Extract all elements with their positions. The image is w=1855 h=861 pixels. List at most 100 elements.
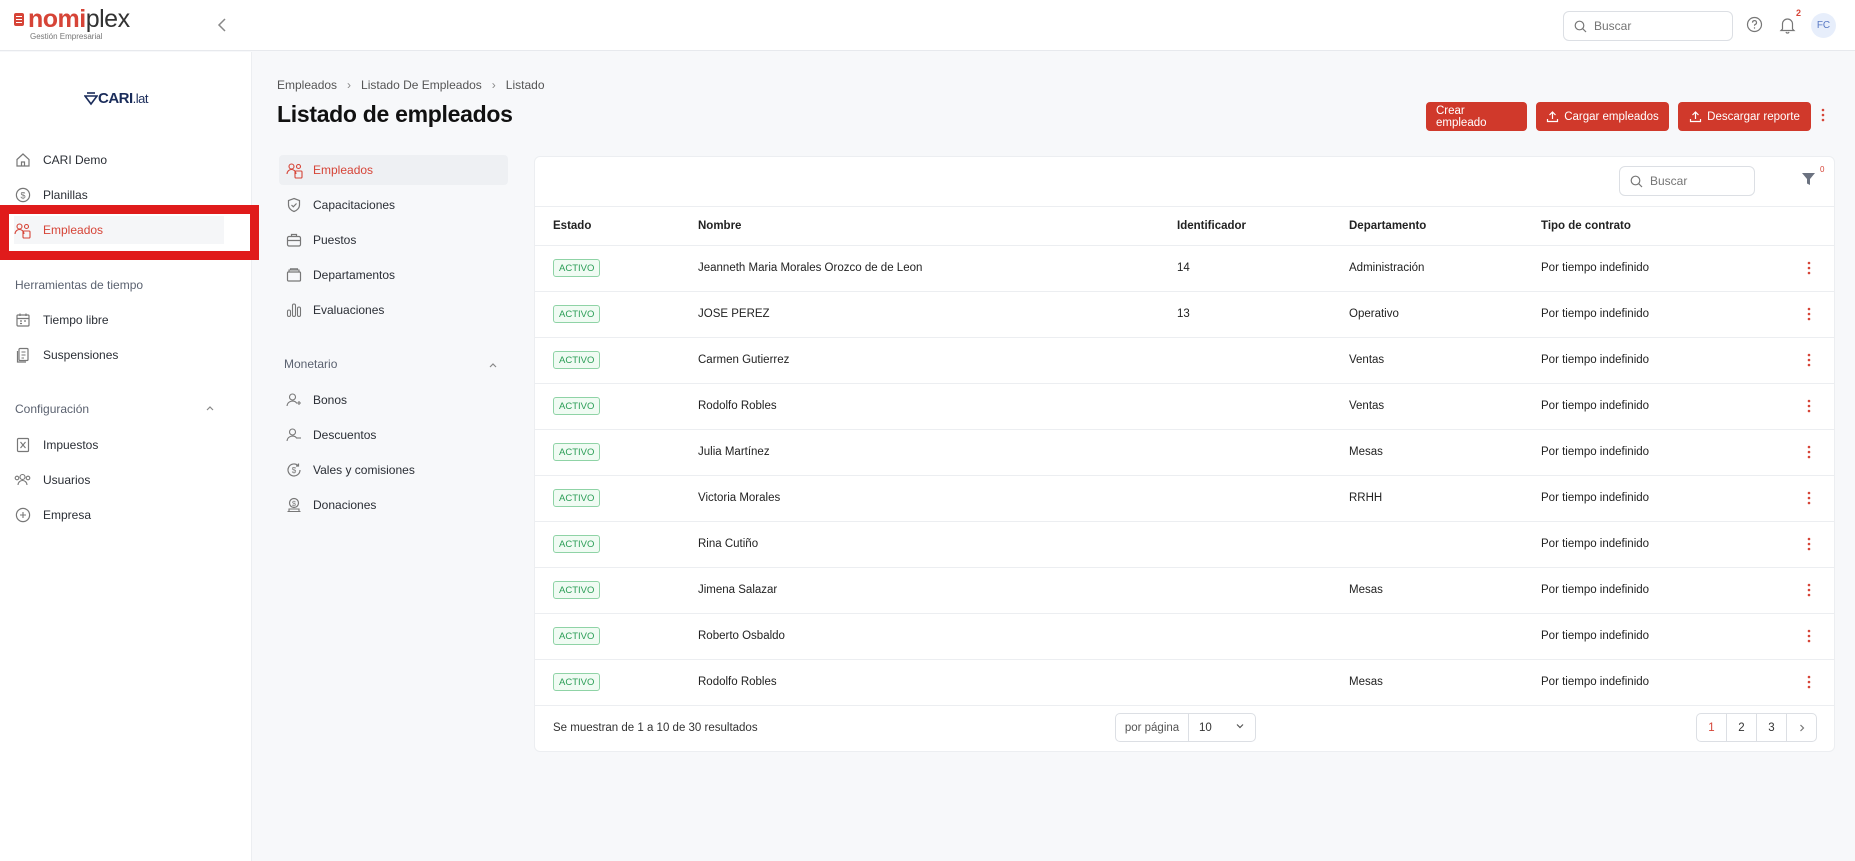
table-search-input[interactable] <box>1650 174 1750 188</box>
table-row[interactable]: ACTIVO Carmen Gutierrez Ventas Por tiempo i… <box>535 338 1834 384</box>
chevron-right-icon: › <box>491 78 496 92</box>
sidebar-item-empleados[interactable]: Empleados <box>14 216 224 244</box>
row-options-icon[interactable] <box>1807 306 1811 325</box>
chevron-up-icon[interactable] <box>488 359 498 373</box>
subnav-item-empleados[interactable]: Empleados <box>279 155 508 185</box>
sidebar-item-tiempo-libre[interactable]: Tiempo libre <box>14 306 224 334</box>
sidebar-item-planillas[interactable]: $ Planillas <box>14 181 224 209</box>
app-logo[interactable]: nomi plex Gestión Empresarial <box>14 7 130 41</box>
logo-text-part2: plex <box>85 5 130 33</box>
cell-tipo-de-contrato: Por tiempo indefinido <box>1541 676 1650 688</box>
sidebar-item-label: Impuestos <box>43 438 99 452</box>
cell-nombre: Rodolfo Robles <box>698 676 777 688</box>
column-header-tipo-de-contrato[interactable]: Tipo de contrato <box>1541 220 1631 232</box>
cell-tipo-de-contrato: Por tiempo indefinido <box>1541 446 1650 458</box>
row-options-icon[interactable] <box>1807 582 1811 601</box>
employees-table-card: 0 Estado Nombre Identificador Departamen… <box>534 156 1835 752</box>
subnav-item-bonos[interactable]: Bonos <box>279 385 508 415</box>
upload-icon <box>1547 111 1559 123</box>
subnav-item-puestos[interactable]: Puestos <box>279 225 508 255</box>
table-row[interactable]: ACTIVO Roberto Osbaldo Por tiempo indefini… <box>535 614 1834 660</box>
status-badge: ACTIVO <box>553 443 601 461</box>
page-button-3[interactable]: 3 <box>1756 713 1787 742</box>
filter-count-badge: 0 <box>1820 165 1825 174</box>
cell-nombre: Jimena Salazar <box>698 584 778 596</box>
page-button-1[interactable]: 1 <box>1696 713 1727 742</box>
filter-icon[interactable] <box>1801 172 1816 189</box>
sidebar-item-usuarios[interactable]: Usuarios <box>14 466 224 494</box>
shield-check-icon <box>285 196 303 214</box>
section-herramientas-de-tiempo: Herramientas de tiempo <box>15 278 144 292</box>
table-row[interactable]: ACTIVO Rina Cutiño Por tiempo indefinido <box>535 522 1834 568</box>
download-report-button[interactable]: Descargar reporte <box>1678 102 1811 131</box>
subnav-item-evaluaciones[interactable]: Evaluaciones <box>279 295 508 325</box>
column-header-identificador[interactable]: Identificador <box>1177 220 1246 232</box>
chevron-right-icon: › <box>347 78 352 92</box>
avatar[interactable]: FC <box>1811 13 1836 38</box>
subnav-item-departamentos[interactable]: Departamentos <box>279 260 508 290</box>
cell-nombre: Rodolfo Robles <box>698 400 777 412</box>
chevron-up-icon[interactable] <box>205 402 215 416</box>
subnav-item-descuentos[interactable]: Descuentos <box>279 420 508 450</box>
more-options-icon[interactable] <box>1821 107 1825 126</box>
subnav-item-capacitaciones[interactable]: Capacitaciones <box>279 190 508 220</box>
table-row[interactable]: ACTIVO JOSE PEREZ 13 Operativo Por tiempo in… <box>535 292 1834 338</box>
sidebar-item-empresa[interactable]: Empresa <box>14 501 224 529</box>
table-row[interactable]: ACTIVO Rodolfo Robles Mesas Por tiempo inde… <box>535 660 1834 706</box>
cell-departamento: Administración <box>1349 262 1425 274</box>
search-icon <box>1630 175 1643 187</box>
column-header-nombre[interactable]: Nombre <box>698 220 741 232</box>
create-employee-button[interactable]: Crear empleado <box>1426 102 1527 131</box>
section-monetario[interactable]: Monetario <box>284 357 337 371</box>
cell-nombre: Roberto Osbaldo <box>698 630 785 642</box>
per-page-select[interactable]: por página 10 <box>1115 713 1256 742</box>
column-header-estado[interactable]: Estado <box>553 220 591 232</box>
sidebar-item-impuestos[interactable]: Impuestos <box>14 431 224 459</box>
row-options-icon[interactable] <box>1807 536 1811 555</box>
global-search[interactable] <box>1563 11 1733 41</box>
row-options-icon[interactable] <box>1807 398 1811 417</box>
breadcrumb-item-listado-de-empleados[interactable]: Listado De Empleados <box>361 78 482 92</box>
table-row[interactable]: ACTIVO Jimena Salazar Mesas Por tiempo inde… <box>535 568 1834 614</box>
table-row[interactable]: ACTIVO Julia Martínez Mesas Por tiempo inde… <box>535 430 1834 476</box>
row-options-icon[interactable] <box>1807 260 1811 279</box>
table-row[interactable]: ACTIVO Rodolfo Robles Ventas Por tiempo ind… <box>535 384 1834 430</box>
row-options-icon[interactable] <box>1807 628 1811 647</box>
folder-icon <box>285 266 303 284</box>
breadcrumb-item-empleados[interactable]: Empleados <box>277 78 337 92</box>
user-minus-icon <box>285 426 303 444</box>
row-options-icon[interactable] <box>1807 444 1811 463</box>
column-header-departamento[interactable]: Departamento <box>1349 220 1426 232</box>
table-row[interactable]: ACTIVO Victoria Morales RRHH Por tiempo ind… <box>535 476 1834 522</box>
sidebar-item-cari-demo[interactable]: CARI Demo <box>14 146 224 174</box>
cell-tipo-de-contrato: Por tiempo indefinido <box>1541 262 1650 274</box>
subnav-item-donaciones[interactable]: $ Donaciones <box>279 490 508 520</box>
row-options-icon[interactable] <box>1807 352 1811 371</box>
collapse-sidebar-button[interactable] <box>214 14 232 36</box>
next-page-button[interactable] <box>1786 713 1817 742</box>
upload-employees-button[interactable]: Cargar empleados <box>1536 102 1669 131</box>
table-search[interactable] <box>1619 166 1755 196</box>
users-icon <box>14 472 31 489</box>
status-badge: ACTIVO <box>553 535 601 553</box>
sidebar-item-label: Empleados <box>43 223 104 237</box>
cell-nombre: Julia Martínez <box>698 446 770 458</box>
svg-text:$: $ <box>292 501 296 508</box>
help-icon[interactable] <box>1746 16 1763 36</box>
section-configuracion[interactable]: Configuración <box>15 402 89 416</box>
status-badge: ACTIVO <box>553 259 601 277</box>
subnav-item-vales-y-comisiones[interactable]: $ Vales y comisiones <box>279 455 508 485</box>
cell-tipo-de-contrato: Por tiempo indefinido <box>1541 538 1650 550</box>
sidebar-item-suspensiones[interactable]: Suspensiones <box>14 341 224 369</box>
dollar-circle-icon: $ <box>14 187 31 204</box>
cell-departamento: Ventas <box>1349 400 1385 412</box>
cell-nombre: Rina Cutiño <box>698 538 759 550</box>
page-button-2[interactable]: 2 <box>1726 713 1757 742</box>
bell-icon[interactable] <box>1779 16 1796 37</box>
subnav-item-label: Evaluaciones <box>313 303 385 317</box>
row-options-icon[interactable] <box>1807 490 1811 509</box>
global-search-input[interactable] <box>1594 19 1714 33</box>
row-options-icon[interactable] <box>1807 674 1811 693</box>
table-row[interactable]: ACTIVO Jeanneth Maria Morales Orozco de d… <box>535 246 1834 292</box>
sidebar-item-label: Empresa <box>43 508 92 522</box>
